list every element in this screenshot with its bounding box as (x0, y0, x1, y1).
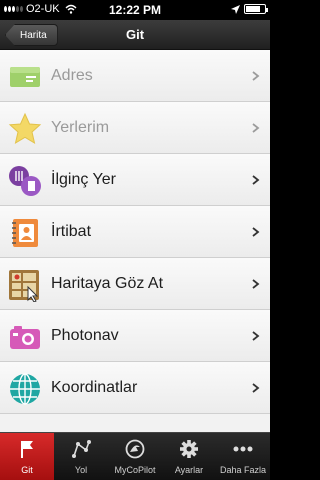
map-browse-icon (9, 270, 39, 302)
menu-item-label: İlginç Yer (51, 171, 116, 188)
menu-item-yerlerim[interactable]: Yerlerim (0, 102, 270, 154)
tab-ayarlar[interactable]: Ayarlar (162, 433, 216, 480)
tab-mycopilot[interactable]: MyCoPilot (108, 433, 162, 480)
chevron-right-icon (252, 123, 260, 133)
menu-item-label: Adres (51, 67, 93, 84)
camera-icon (10, 326, 40, 349)
battery-icon (244, 4, 268, 14)
flag-icon (21, 441, 33, 458)
menu-item-ilginc-yer[interactable]: İlginç Yer (0, 154, 270, 206)
menu-item-irtibat[interactable]: İrtibat (0, 206, 270, 258)
status-bar: O2-UK 12:22 PM (0, 0, 270, 20)
menu-item-photonav[interactable]: Photonav (0, 310, 270, 362)
menu-item-label: Yerlerim (51, 119, 110, 136)
chevron-right-icon (252, 175, 260, 185)
clock: 12:22 PM (108, 3, 162, 17)
menu-item-label: Photonav (51, 327, 119, 344)
page-title: Git (125, 27, 145, 42)
destination-menu: Adres Yerlerim İlginç Yer İrtibat Harita… (0, 50, 270, 432)
menu-item-label: Haritaya Göz At (51, 275, 164, 292)
globe-icon (10, 373, 40, 405)
chevron-right-icon (252, 71, 260, 81)
navigation-bar: Harita Git (0, 20, 270, 50)
location-arrow-icon (231, 4, 240, 14)
menu-item-label: İrtibat (51, 223, 92, 240)
contacts-book-icon (12, 219, 38, 247)
tab-label: Ayarlar (174, 465, 204, 475)
more-icon (233, 446, 253, 452)
chevron-right-icon (252, 279, 260, 289)
chevron-right-icon (252, 383, 260, 393)
tab-yol[interactable]: Yol (54, 433, 108, 480)
tab-bar: Git Yol MyCoPilot Ayarlar Daha Fazla (0, 432, 270, 480)
star-icon (8, 112, 42, 145)
tab-label: Yol (74, 465, 88, 475)
gear-icon (180, 440, 198, 458)
route-icon (72, 440, 91, 458)
chevron-right-icon (252, 227, 260, 237)
address-card-icon (10, 67, 40, 87)
copilot-icon (125, 439, 145, 459)
points-of-interest-icon (9, 166, 41, 196)
menu-item-label: Koordinatlar (51, 379, 138, 396)
menu-item-haritaya-goz-at[interactable]: Haritaya Göz At (0, 258, 270, 310)
menu-item-koordinatlar[interactable]: Koordinatlar (0, 362, 270, 414)
battery-level (246, 6, 261, 12)
tab-git[interactable]: Git (0, 433, 54, 480)
tab-label: Daha Fazla (219, 465, 267, 475)
tab-daha-fazla[interactable]: Daha Fazla (216, 433, 270, 480)
menu-item-adres[interactable]: Adres (0, 50, 270, 102)
tab-label: Git (21, 465, 33, 475)
tab-label: MyCoPilot (114, 465, 156, 475)
chevron-right-icon (252, 331, 260, 341)
